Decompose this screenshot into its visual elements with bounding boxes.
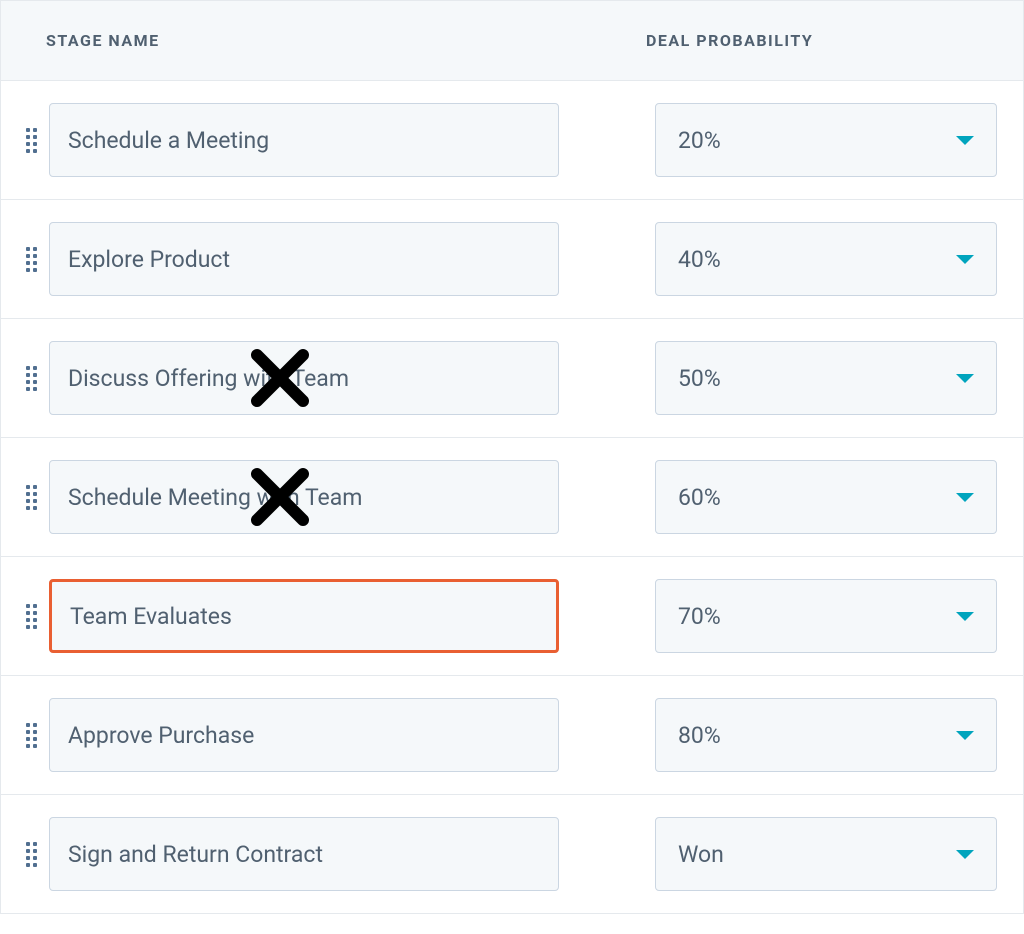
- drag-handle-icon[interactable]: [17, 247, 45, 272]
- stage-name-input[interactable]: Schedule Meeting with Team: [49, 460, 559, 534]
- chevron-down-icon: [956, 136, 974, 145]
- chevron-down-icon: [956, 731, 974, 740]
- probability-select[interactable]: 60%: [655, 460, 997, 534]
- probability-cell: Won: [655, 817, 1023, 891]
- table-row: Approve Purchase 80%: [1, 676, 1023, 795]
- stage-name-cell: Sign and Return Contract: [45, 817, 655, 891]
- drag-handle-icon[interactable]: [17, 366, 45, 391]
- probability-select[interactable]: 50%: [655, 341, 997, 415]
- stage-name-input[interactable]: Explore Product: [49, 222, 559, 296]
- probability-select[interactable]: 70%: [655, 579, 997, 653]
- chevron-down-icon: [956, 850, 974, 859]
- drag-handle-icon[interactable]: [17, 128, 45, 153]
- probability-value: 70%: [678, 603, 721, 630]
- stage-name-input[interactable]: Schedule a Meeting: [49, 103, 559, 177]
- chevron-down-icon: [956, 374, 974, 383]
- stage-name-input[interactable]: Discuss Offering with Team: [49, 341, 559, 415]
- drag-handle-icon[interactable]: [17, 485, 45, 510]
- probability-value: 50%: [678, 365, 721, 392]
- drag-handle-icon[interactable]: [17, 723, 45, 748]
- probability-select[interactable]: 40%: [655, 222, 997, 296]
- stage-name-cell: Schedule a Meeting: [45, 103, 655, 177]
- probability-cell: 70%: [655, 579, 1023, 653]
- probability-select[interactable]: 20%: [655, 103, 997, 177]
- stage-name-cell: Discuss Offering with Team: [45, 341, 655, 415]
- stage-name-cell: Schedule Meeting with Team: [45, 460, 655, 534]
- table-row: Schedule Meeting with Team 60%: [1, 438, 1023, 557]
- probability-value: Won: [678, 841, 724, 868]
- chevron-down-icon: [956, 493, 974, 502]
- table-header: STAGE NAME DEAL PROBABILITY: [1, 1, 1023, 81]
- stage-name-input[interactable]: Team Evaluates: [49, 579, 559, 653]
- probability-cell: 40%: [655, 222, 1023, 296]
- stage-name-cell: Explore Product: [45, 222, 655, 296]
- probability-cell: 20%: [655, 103, 1023, 177]
- chevron-down-icon: [956, 255, 974, 264]
- table-row: Sign and Return Contract Won: [1, 795, 1023, 914]
- stage-name-cell: Approve Purchase: [45, 698, 655, 772]
- probability-cell: 50%: [655, 341, 1023, 415]
- probability-value: 80%: [678, 722, 721, 749]
- table-row: Schedule a Meeting 20%: [1, 81, 1023, 200]
- probability-select[interactable]: 80%: [655, 698, 997, 772]
- table-row: Discuss Offering with Team 50%: [1, 319, 1023, 438]
- table-row: Team Evaluates 70%: [1, 557, 1023, 676]
- chevron-down-icon: [956, 612, 974, 621]
- header-deal-probability: DEAL PROBABILITY: [646, 31, 813, 50]
- drag-handle-icon[interactable]: [17, 604, 45, 629]
- probability-cell: 60%: [655, 460, 1023, 534]
- table-body: Schedule a Meeting 20% Explore Product 40% D…: [1, 81, 1023, 914]
- probability-select[interactable]: Won: [655, 817, 997, 891]
- drag-handle-icon[interactable]: [17, 842, 45, 867]
- probability-value: 20%: [678, 127, 721, 154]
- table-row: Explore Product 40%: [1, 200, 1023, 319]
- stage-name-input[interactable]: Sign and Return Contract: [49, 817, 559, 891]
- stages-table: STAGE NAME DEAL PROBABILITY Schedule a M…: [0, 0, 1024, 914]
- header-stage-name: STAGE NAME: [46, 31, 646, 50]
- stage-name-cell: Team Evaluates: [45, 579, 655, 653]
- probability-cell: 80%: [655, 698, 1023, 772]
- probability-value: 60%: [678, 484, 721, 511]
- probability-value: 40%: [678, 246, 721, 273]
- stage-name-input[interactable]: Approve Purchase: [49, 698, 559, 772]
